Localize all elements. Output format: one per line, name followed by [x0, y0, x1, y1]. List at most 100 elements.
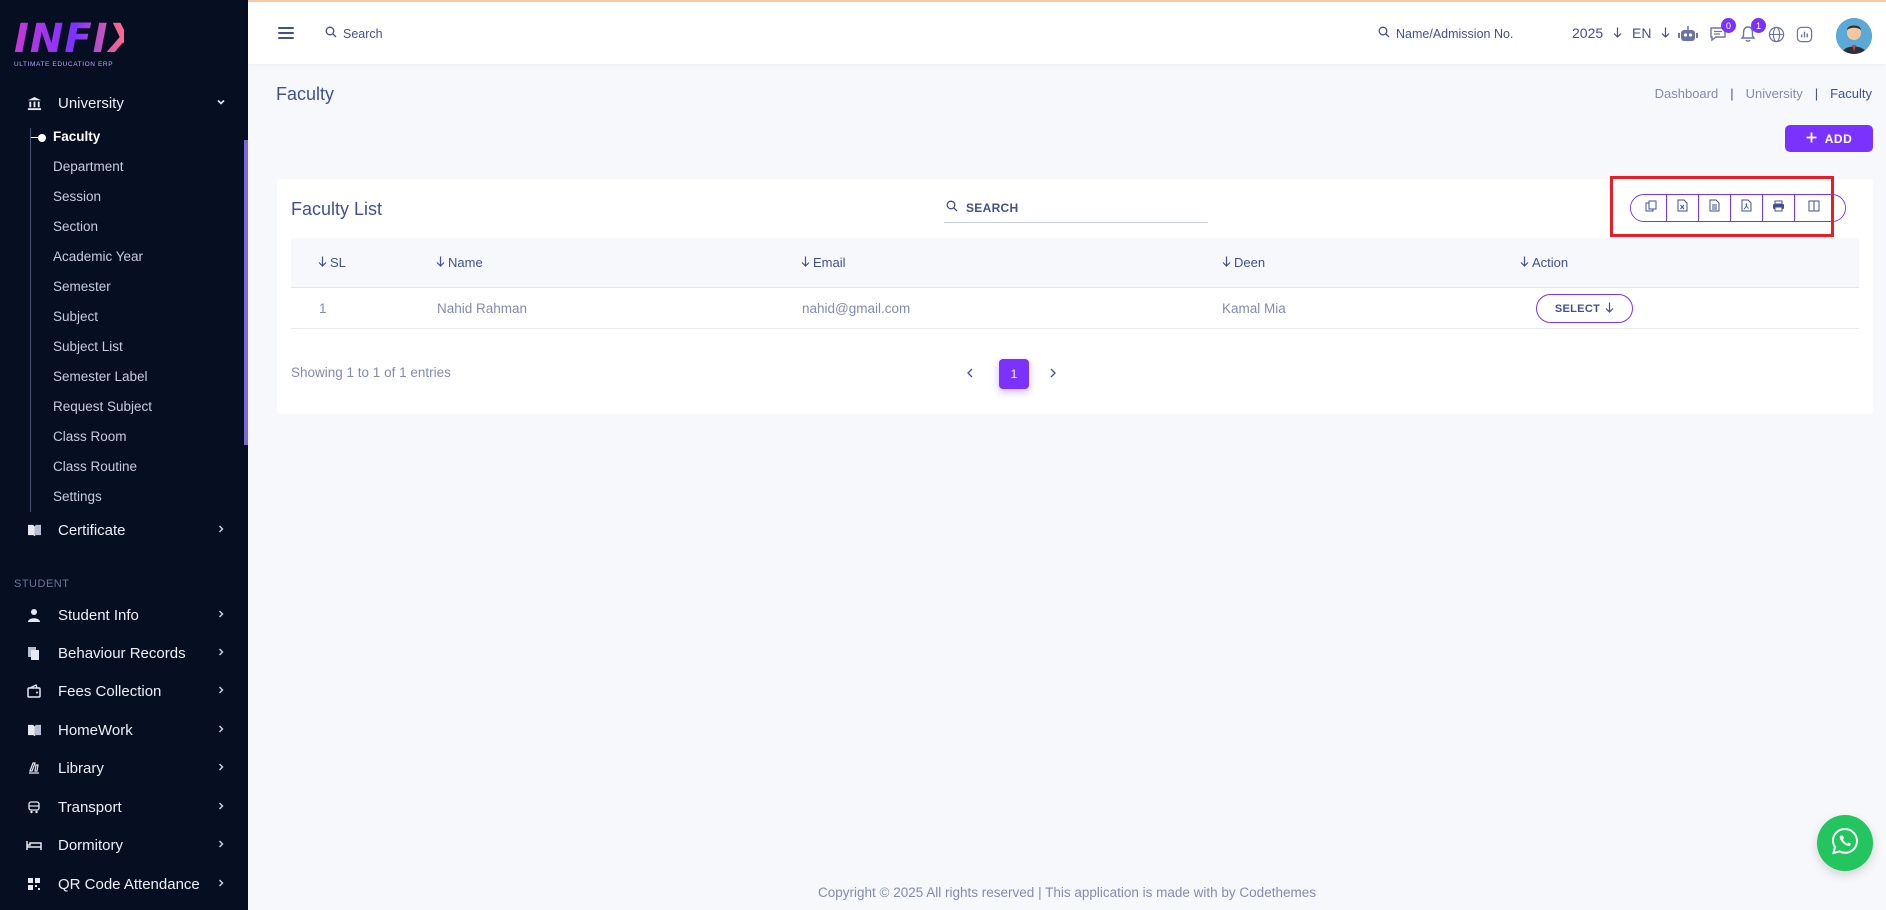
column-header-deen[interactable]: Deen — [1222, 255, 1265, 270]
table-search-input[interactable]: SEARCH — [944, 193, 1208, 223]
admission-search[interactable]: Name/Admission No. — [1378, 26, 1513, 41]
highlight-box — [1610, 176, 1834, 237]
chevron-right-icon — [216, 761, 226, 775]
pagination-page[interactable]: 1 — [999, 359, 1029, 389]
whatsapp-icon — [1830, 826, 1860, 861]
qr-icon — [26, 876, 42, 892]
submenu-class-routine[interactable]: Class Routine — [53, 457, 137, 477]
select-button-label: SELECT — [1554, 302, 1601, 315]
arrow-down-icon — [1613, 25, 1622, 41]
submenu-department[interactable]: Department — [53, 157, 124, 177]
chevron-right-icon — [216, 723, 226, 737]
chevron-right-icon — [216, 684, 226, 698]
search-icon — [1378, 26, 1390, 41]
stats-icon[interactable] — [1794, 24, 1814, 44]
column-header-label: Email — [813, 255, 846, 270]
submenu-request-subject[interactable]: Request Subject — [53, 397, 152, 417]
year-value: 2025 — [1572, 25, 1604, 41]
logo-subtitle: ULTIMATE EDUCATION ERP — [14, 61, 114, 68]
submenu-semester[interactable]: Semester — [53, 277, 111, 297]
book-icon — [26, 522, 42, 538]
column-header-action[interactable]: Action — [1520, 255, 1568, 270]
breadcrumb-faculty: Faculty — [1830, 86, 1872, 101]
sidebar-item-homework[interactable]: HomeWork — [0, 712, 248, 748]
sidebar-item-dormitory[interactable]: Dormitory — [0, 827, 248, 863]
breadcrumb: Dashboard | University | Faculty — [1655, 86, 1872, 101]
arrow-down-icon — [1661, 25, 1670, 41]
robot-icon[interactable] — [1678, 24, 1698, 44]
year-select[interactable]: 2025 — [1572, 25, 1622, 41]
sidebar-item-university[interactable]: University — [0, 85, 248, 121]
chevron-down-icon — [216, 96, 226, 110]
submenu-settings[interactable]: Settings — [53, 487, 102, 507]
plus-icon — [1806, 132, 1817, 146]
book-icon — [26, 722, 42, 738]
submenu-semester-label[interactable]: Semester Label — [53, 367, 148, 387]
add-button[interactable]: ADD — [1785, 125, 1873, 152]
sort-arrow-icon — [1222, 255, 1231, 270]
add-button-label: ADD — [1824, 131, 1853, 146]
table-info: Showing 1 to 1 of 1 entries — [291, 365, 451, 380]
sidebar-item-student-info[interactable]: Student Info — [0, 597, 248, 633]
top-bar: Search Name/Admission No. 2025 EN 0 1 — [248, 0, 1886, 64]
submenu-tree-line — [30, 128, 31, 512]
sidebar-item-label: University — [58, 94, 124, 112]
sidebar-item-label: Transport — [58, 798, 122, 816]
pagination-previous[interactable] — [966, 365, 975, 381]
sidebar-item-label: Student Info — [58, 606, 139, 624]
card-title: Faculty List — [291, 199, 383, 219]
files-icon — [26, 645, 42, 661]
sidebar-item-certificate[interactable]: Certificate — [0, 512, 248, 548]
submenu-class-room[interactable]: Class Room — [53, 427, 127, 447]
bell-icon[interactable]: 1 — [1738, 18, 1766, 44]
sidebar-item-library[interactable]: Library — [0, 750, 248, 786]
column-header-sl[interactable]: SL — [318, 255, 346, 270]
column-header-label: Deen — [1234, 255, 1266, 270]
chevron-left-icon — [966, 365, 975, 381]
sidebar-item-behaviour-records[interactable]: Behaviour Records — [0, 635, 248, 671]
chevron-right-icon — [216, 800, 226, 814]
language-select[interactable]: EN — [1632, 25, 1670, 41]
top-search[interactable]: Search — [325, 26, 383, 41]
table-row: 1 Nahid Rahman nahid@gmail.com Kamal Mia… — [291, 289, 1859, 329]
sidebar-item-qr-code-attendance[interactable]: QR Code Attendance — [0, 866, 248, 902]
breadcrumb-dashboard[interactable]: Dashboard — [1655, 86, 1719, 101]
hamburger-menu-icon[interactable] — [278, 27, 294, 39]
submenu-section[interactable]: Section — [53, 217, 98, 237]
sidebar-item-transport[interactable]: Transport — [0, 789, 248, 825]
breadcrumb-university[interactable]: University — [1746, 86, 1803, 101]
cell-sl: 1 — [319, 301, 327, 316]
chat-icon[interactable]: 0 — [1708, 18, 1736, 44]
bed-icon — [26, 837, 42, 853]
column-header-email[interactable]: Email — [801, 255, 846, 270]
logo[interactable]: INFIX ULTIMATE EDUCATION ERP — [14, 18, 139, 68]
chat-badge: 0 — [1721, 18, 1736, 33]
sidebar-item-label: QR Code Attendance — [58, 875, 200, 893]
column-header-name[interactable]: Name — [436, 255, 483, 270]
whatsapp-button[interactable] — [1817, 815, 1873, 871]
submenu-subject[interactable]: Subject — [53, 307, 98, 327]
notification-badge: 1 — [1751, 18, 1766, 33]
sort-arrow-icon — [1520, 255, 1529, 270]
cell-deen: Kamal Mia — [1222, 301, 1286, 316]
table-header: SL Name Email Deen Action — [291, 238, 1859, 288]
globe-icon[interactable] — [1766, 24, 1786, 44]
top-search-label: Search — [343, 26, 383, 41]
sidebar: INFIX ULTIMATE EDUCATION ERP University … — [0, 0, 248, 910]
submenu-faculty[interactable]: Faculty — [53, 127, 100, 147]
column-header-label: SL — [330, 255, 346, 270]
select-action-button[interactable]: SELECT — [1536, 294, 1633, 323]
sidebar-item-fees-collection[interactable]: Fees Collection — [0, 673, 248, 709]
sort-arrow-icon — [436, 255, 445, 270]
submenu-session[interactable]: Session — [53, 187, 101, 207]
chevron-right-icon — [216, 646, 226, 660]
submenu-academic-year[interactable]: Academic Year — [53, 247, 143, 267]
pagination-next[interactable] — [1048, 365, 1057, 381]
chevron-right-icon — [216, 877, 226, 891]
page-title: Faculty — [276, 84, 335, 104]
avatar[interactable] — [1836, 18, 1872, 54]
active-dot — [38, 134, 46, 142]
submenu-subject-list[interactable]: Subject List — [53, 337, 123, 357]
table-search-placeholder: SEARCH — [966, 200, 1019, 215]
sidebar-scrollbar[interactable] — [244, 140, 248, 445]
